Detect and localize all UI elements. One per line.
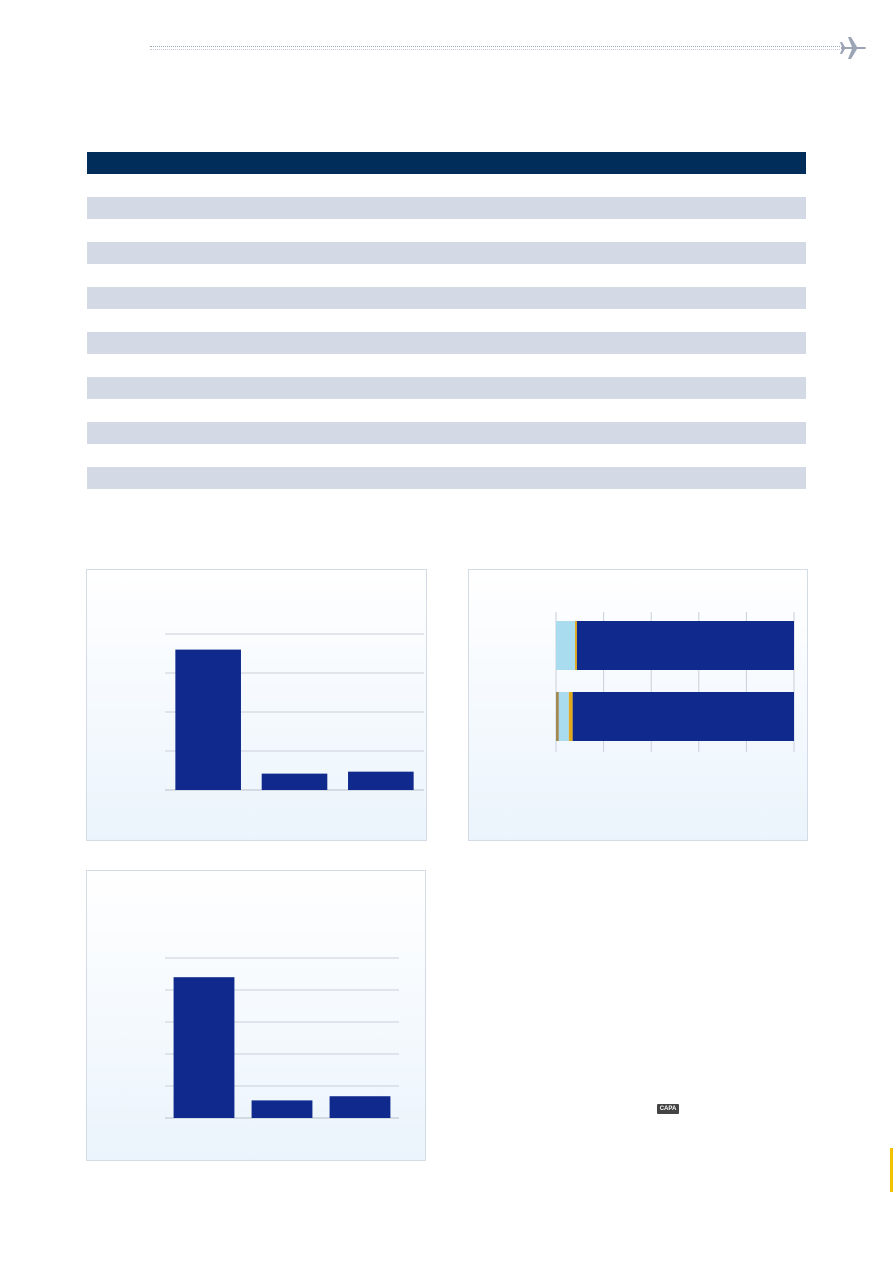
capa-logo: CAPA — [657, 1104, 679, 1114]
chart-panel-right — [468, 569, 808, 841]
bar-2 — [251, 1100, 313, 1118]
table-row — [87, 264, 806, 287]
vertical-bar-chart-a — [165, 633, 424, 791]
table-row — [87, 399, 806, 422]
bar-segment-2-3 — [568, 692, 573, 741]
table-row — [87, 219, 806, 242]
table-row-shaded — [87, 197, 806, 219]
bar-1 — [173, 977, 235, 1118]
horizontal-stacked-bar-chart — [555, 612, 795, 752]
chart-panel-left — [86, 569, 427, 841]
table-row-shaded — [87, 332, 806, 354]
data-table — [87, 152, 806, 489]
vertical-bar-chart-c — [165, 957, 399, 1119]
table-row — [87, 444, 806, 467]
bar-segment-1-3 — [575, 621, 577, 670]
table-row-shaded — [87, 377, 806, 399]
table-row — [87, 309, 806, 332]
table-row — [87, 354, 806, 377]
bar-segment-2-1 — [556, 692, 559, 741]
bar-3 — [348, 771, 414, 790]
header-dotted-rule-secondary — [150, 49, 840, 50]
bar-segment-1-2 — [556, 621, 576, 670]
table-row — [87, 174, 806, 197]
bar-segment-1-4 — [576, 621, 794, 670]
table-row-shaded — [87, 287, 806, 309]
airplane-icon — [840, 37, 866, 59]
table-row-shaded — [87, 422, 806, 444]
chart-panel-bottom — [86, 870, 426, 1161]
table-header-row — [87, 152, 806, 174]
table-body — [87, 174, 806, 489]
bar-segment-2-4 — [572, 692, 794, 741]
bar-2 — [261, 773, 328, 790]
header-dotted-rule — [150, 46, 840, 47]
table-row-shaded — [87, 467, 806, 489]
table-row-shaded — [87, 242, 806, 264]
bar-3 — [329, 1096, 391, 1118]
bar-1 — [175, 649, 241, 790]
bar-segment-2-2 — [558, 692, 569, 741]
